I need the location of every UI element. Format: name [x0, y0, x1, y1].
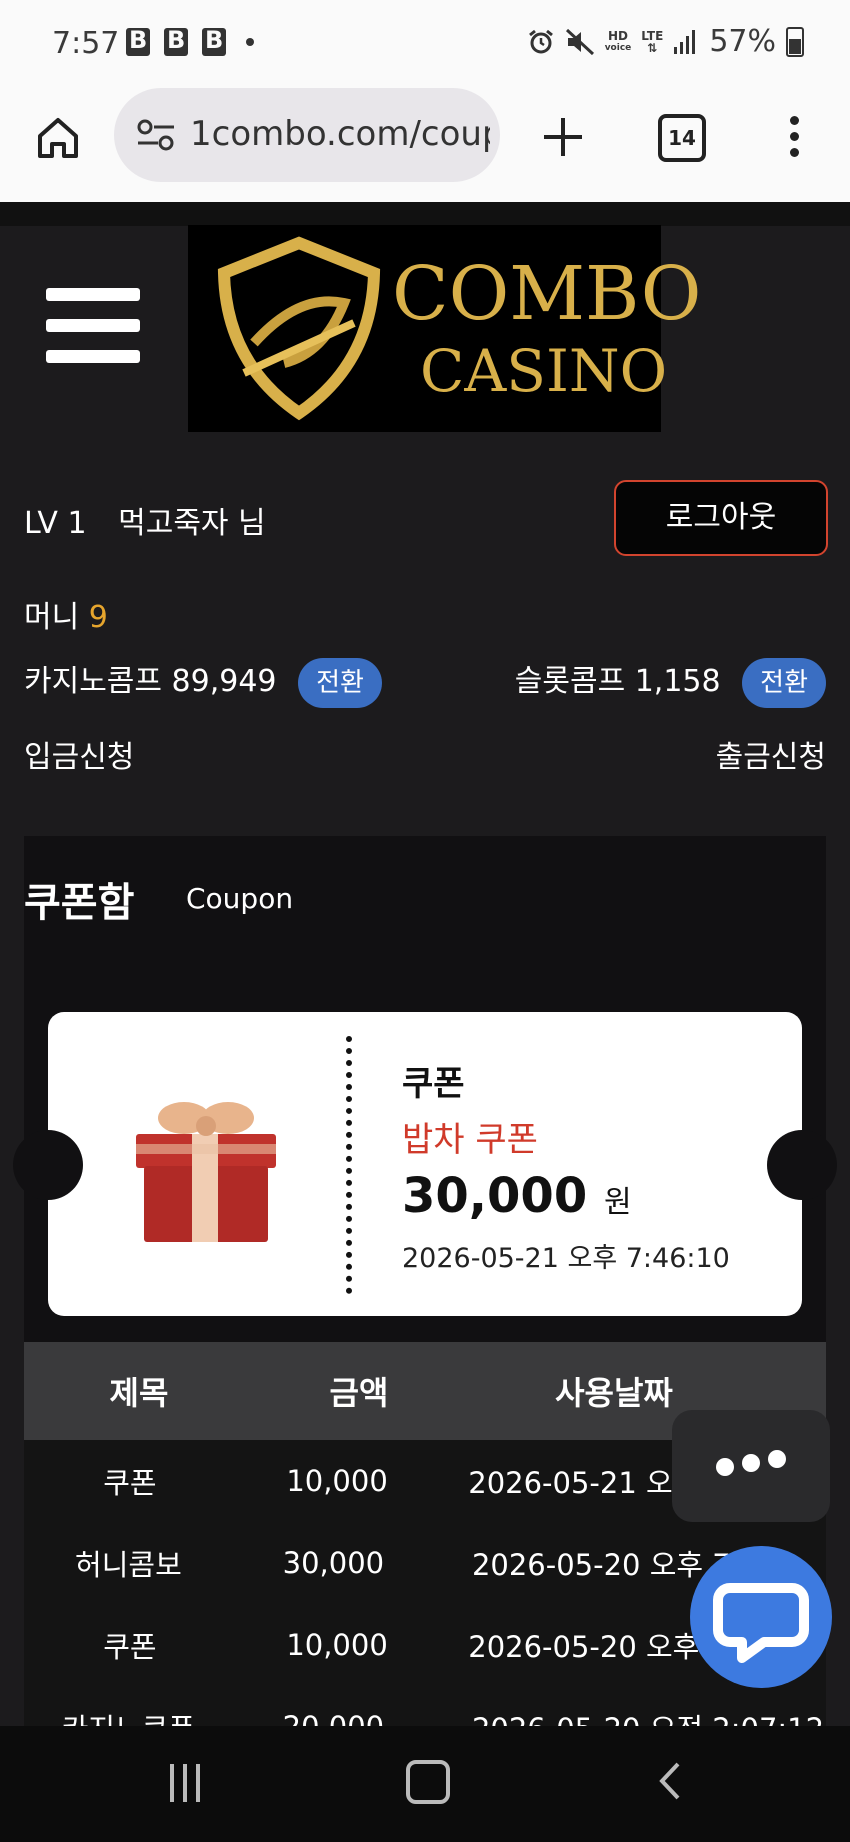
url-text[interactable]: 1combo.com/coupon: [190, 114, 490, 154]
site-header-strip: [0, 202, 850, 226]
casino-comp-value: 89,949: [171, 664, 277, 699]
floating-menu-button[interactable]: [672, 1410, 830, 1522]
logo-line2: CASINO: [420, 337, 668, 405]
coupon-box-title: 쿠폰함: [24, 880, 135, 926]
live-chat-button[interactable]: [690, 1546, 832, 1688]
ticket-subtitle: 밥차 쿠폰: [402, 1120, 538, 1160]
casino-comp-row: 카지노콤프 89,949 전환: [24, 656, 382, 708]
site-settings-icon[interactable]: [136, 118, 176, 152]
home-nav-icon[interactable]: [406, 1760, 450, 1804]
ticket-amount: 30,000 원: [402, 1168, 632, 1224]
ticket-amount-unit: 원: [603, 1185, 632, 1220]
header-amount: 금액: [329, 1374, 389, 1412]
more-notifications-icon: [246, 38, 254, 46]
logo-line1: COMBO: [392, 251, 702, 337]
header-date: 사용날짜: [555, 1374, 673, 1412]
app-b-notification-icon: [164, 26, 188, 56]
row-title: 허니콤보: [75, 1548, 182, 1582]
status-bar: 7:57 HDvoice LTE⇅ 57%: [0, 0, 850, 90]
lte-icon: LTE ⇅: [641, 28, 664, 55]
system-icons: HD voice LTE ⇅ 57%: [527, 24, 804, 59]
combo-casino-logo[interactable]: COMBO CASINO: [188, 225, 701, 432]
row-amount: 30,000: [282, 1546, 385, 1580]
ticket-amount-value: 30,000: [402, 1168, 588, 1224]
coupon-box-subtitle: Coupon: [186, 882, 294, 915]
shield-logo-icon: [217, 236, 381, 421]
user-info: LV 1 먹고죽자 님: [24, 498, 266, 542]
casino-comp-label: 카지노콤프: [24, 664, 162, 699]
browser-toolbar: 1combo.com/coupon 14: [0, 88, 850, 202]
signal-icon: [674, 29, 696, 54]
slot-comp-value: 1,158: [634, 664, 721, 699]
user-nickname: 먹고죽자 님: [118, 506, 266, 541]
alarm-icon: [528, 29, 553, 53]
new-tab-icon[interactable]: [538, 112, 588, 162]
casino-comp-convert-button[interactable]: 전환: [298, 657, 382, 708]
logout-button[interactable]: 로그아웃: [614, 480, 828, 556]
app-b-notification-icon: [126, 26, 150, 56]
battery-percent: 57%: [709, 24, 776, 59]
ticket-title: 쿠폰: [402, 1064, 465, 1104]
row-title: 쿠폰: [103, 1630, 157, 1664]
header-title: 제목: [109, 1374, 169, 1412]
money-label: 머니: [24, 600, 80, 635]
deposit-link[interactable]: 입금신청: [24, 732, 134, 776]
mute-icon: [565, 28, 594, 55]
ticket-notch-right: [767, 1130, 837, 1200]
more-menu-icon[interactable]: [784, 112, 804, 162]
app-b-notification-icon: [202, 26, 226, 56]
slot-comp-convert-button[interactable]: 전환: [742, 657, 826, 708]
ticket-notch-left: [13, 1130, 83, 1200]
slot-comp-row: 슬롯콤프 1,158 전환: [515, 656, 826, 708]
hd-voice-icon: HD voice: [604, 28, 632, 53]
money-value: 9: [88, 600, 108, 635]
ticket-date: 2026-05-21 오후 7:46:10: [402, 1243, 730, 1274]
gift-box-icon: [136, 1102, 276, 1242]
system-nav-bar: [0, 1726, 850, 1842]
user-level: LV 1: [24, 506, 87, 541]
ticket-perforation: [346, 1036, 358, 1294]
recent-apps-icon[interactable]: [170, 1764, 210, 1802]
home-icon[interactable]: [34, 114, 82, 162]
address-bar[interactable]: 1combo.com/coupon: [114, 88, 500, 182]
row-amount: 10,000: [286, 1464, 388, 1498]
row-amount: 10,000: [286, 1628, 388, 1662]
menu-icon[interactable]: [46, 288, 140, 368]
row-title: 쿠폰: [103, 1466, 157, 1500]
notification-icons: [126, 26, 254, 56]
money-row: 머니 9: [24, 592, 108, 636]
chat-bubble-icon: [713, 1583, 809, 1663]
status-time: 7:57: [52, 26, 120, 61]
battery-icon: [786, 26, 804, 57]
withdraw-link[interactable]: 출금신청: [716, 732, 826, 776]
back-icon[interactable]: [650, 1756, 690, 1806]
tab-switcher-button[interactable]: 14: [658, 114, 706, 162]
slot-comp-label: 슬롯콤프: [514, 664, 626, 699]
